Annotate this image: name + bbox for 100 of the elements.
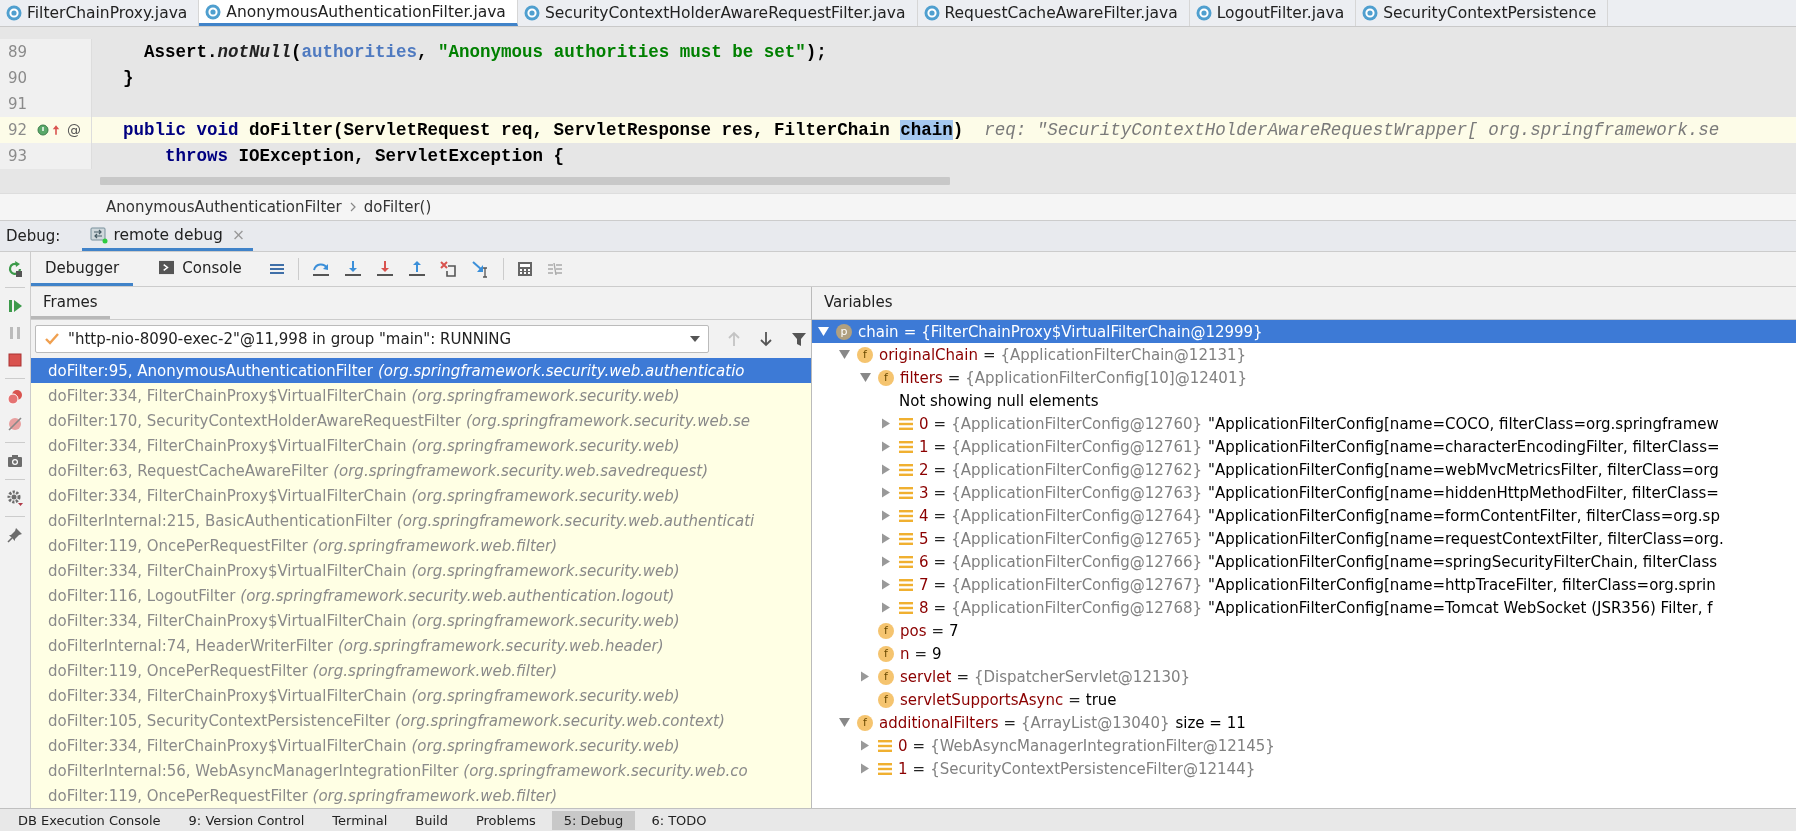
stack-frame[interactable]: doFilter:105, SecurityContextPersistenceFilter (org.springframework.security.web.context) [31,708,811,733]
editor-tab[interactable]: AnonymousAuthenticationFilter.java [199,0,518,26]
stack-frame[interactable]: doFilterInternal:56, WebAsyncManagerIntegrationFilter (org.springframework.security.web.co [31,758,811,783]
variables-tab[interactable]: Variables [812,287,905,319]
editor-tab[interactable]: SecurityContextPersistence [1356,0,1609,26]
drop-frame-icon[interactable] [438,260,459,278]
variable-entry[interactable]: originalChain = {ApplicationFilterChain@12131} [879,345,1247,364]
stack-frame[interactable]: doFilter:63, RequestCacheAwareFilter (org.springframework.security.web.savedrequest) [31,458,811,483]
expand-arrow-icon[interactable] [881,441,891,452]
code-line: throws IOException, ServletException { [164,146,565,166]
tool-window-button[interactable]: DB Execution Console [6,810,173,830]
tool-window-button[interactable]: Problems [463,810,548,830]
stack-frame[interactable]: doFilter:334, FilterChainProxy$VirtualFilterChain (org.springframework.security.web) [31,433,811,458]
stack-frame[interactable]: doFilter:119, OncePerRequestFilter (org.springframework.web.filter) [31,533,811,558]
code-editor[interactable] [0,27,1796,193]
stack-frame[interactable]: doFilterInternal:74, HeaderWriterFilter (org.springframework.security.web.header) [31,633,811,658]
tool-window-button[interactable]: 5: Debug [551,810,636,830]
line-number: 90 [8,69,29,87]
tool-window-button[interactable]: Terminal [320,810,400,830]
resume-icon[interactable] [6,297,24,315]
variable-entry[interactable]: 0 = {WebAsyncManagerIntegrationFilter@12145} [898,736,1275,755]
expand-arrow-icon[interactable] [881,579,891,590]
expand-arrow-icon[interactable] [881,418,891,429]
camera-icon[interactable] [6,452,24,470]
variable-entry[interactable]: filters = {ApplicationFilterConfig[10]@12401} [900,368,1247,387]
rerun-icon[interactable] [6,260,24,278]
variable-entry[interactable]: pos = 7 [900,621,959,640]
stack-frame[interactable]: doFilter:119, OncePerRequestFilter (org.springframework.web.filter) [31,783,811,808]
breakpoint-icon[interactable] [37,124,49,136]
editor-tab[interactable]: SecurityContextHolderAwareRequestFilter.java [517,0,918,26]
stack-frame[interactable]: doFilter:334, FilterChainProxy$VirtualFilterChain (org.springframework.security.web) [31,383,811,408]
stack-frame[interactable]: doFilter:119, OncePerRequestFilter (org.springframework.web.filter) [31,658,811,683]
expand-arrow-icon[interactable] [881,556,891,567]
variable-entry[interactable]: 3 = {ApplicationFilterConfig@12763} "ApplicationFilterConfig[name=hiddenHttpMethodFilter, filterClass= [919,483,1719,502]
variable-entry[interactable]: servletSupportsAsync = true [900,690,1117,709]
tool-window-button[interactable]: 9: Version Control [176,810,317,830]
settings-icon[interactable] [6,489,24,507]
collapse-arrow-icon[interactable] [839,349,850,360]
variable-entry[interactable]: 8 = {ApplicationFilterConfig@12768} "ApplicationFilterConfig[name=Tomcat WebSocket (JSR356) Filter, f [919,598,1713,617]
force-step-into-icon[interactable] [374,260,395,278]
collapse-arrow-icon[interactable] [818,326,829,337]
breakpoints-icon[interactable] [6,388,24,406]
variable-entry[interactable]: 1 = {ApplicationFilterConfig@12761} "ApplicationFilterConfig[name=characterEncodingFilter, filterClass= [919,437,1720,456]
variable-entry[interactable]: 2 = {ApplicationFilterConfig@12762} "ApplicationFilterConfig[name=webMvcMetricsFilter, filterClass=org [919,460,1719,479]
step-into-icon[interactable] [342,260,363,278]
collapse-arrow-icon[interactable] [860,372,871,383]
editor-tab[interactable]: RequestCacheAwareFilter.java [917,0,1190,26]
filter-icon[interactable] [791,331,807,347]
stack-frame[interactable]: doFilter:334, FilterChainProxy$VirtualFilterChain (org.springframework.security.web) [31,733,811,758]
expand-arrow-icon[interactable] [881,510,891,521]
variable-entry[interactable]: 7 = {ApplicationFilterConfig@12767} "ApplicationFilterConfig[name=httpTraceFilter, filterClass=org.sprin [919,575,1716,594]
override-arrow-icon[interactable] [52,123,60,137]
expand-arrow-icon[interactable] [860,763,870,774]
expand-arrow-icon[interactable] [881,487,891,498]
stack-frame[interactable]: doFilter:334, FilterChainProxy$VirtualFilterChain (org.springframework.security.web) [31,683,811,708]
variable-entry[interactable]: 5 = {ApplicationFilterConfig@12765} "ApplicationFilterConfig[name=requestContextFilter, filterClass=org. [919,529,1724,548]
pin-icon[interactable] [6,526,24,544]
down-arrow-icon[interactable] [759,331,773,347]
list-item-icon [899,555,913,568]
stack-frame[interactable]: doFilter:334, FilterChainProxy$VirtualFilterChain (org.springframework.security.web) [31,558,811,583]
stack-frame[interactable]: doFilter:116, LogoutFilter (org.springframework.security.web.authentication.logout) [31,583,811,608]
breadcrumb[interactable]: doFilter() [363,198,432,216]
stop-icon[interactable] [6,351,24,369]
collapse-arrow-icon[interactable] [839,717,850,728]
tool-window-button[interactable]: Build [403,810,460,830]
java-class-icon [1362,5,1379,21]
variable-entry[interactable]: 1 = {SecurityContextPersistenceFilter@12144} [898,759,1256,778]
stack-frame[interactable]: doFilter:334, FilterChainProxy$VirtualFilterChain (org.springframework.security.web) [31,608,811,633]
tool-window-button[interactable]: 6: TODO [639,810,719,830]
remote-debug-icon [90,225,109,244]
annotation-mark[interactable]: @ [67,122,81,138]
expand-arrow-icon[interactable] [881,533,891,544]
expand-arrow-icon[interactable] [860,671,870,682]
frames-tab[interactable]: Frames [31,287,110,319]
variable-entry[interactable]: chain = {FilterChainProxy$VirtualFilterChain@12999} [858,322,1263,341]
stack-frame[interactable]: doFilter:334, FilterChainProxy$VirtualFilterChain (org.springframework.security.web) [31,483,811,508]
debugger-tab[interactable]: Console [145,252,256,286]
variable-entry[interactable]: additionalFilters = {ArrayList@13040} size = 11 [879,713,1246,732]
mute-breakpoints-icon[interactable] [6,415,24,433]
calculator-icon[interactable] [515,260,534,278]
variable-entry[interactable]: 4 = {ApplicationFilterConfig@12764} "ApplicationFilterConfig[name=formContentFilter, filterClass=org.sp [919,506,1720,525]
step-over-icon[interactable] [310,260,331,278]
trace-icon[interactable] [545,260,564,278]
expand-arrow-icon[interactable] [881,464,891,475]
stack-frame[interactable]: doFilter:170, SecurityContextHolderAwareRequestFilter (org.springframework.security.web.se [31,408,811,433]
stack-frame[interactable]: doFilterInternal:215, BasicAuthenticationFilter (org.springframework.security.web.authenticati [31,508,811,533]
breadcrumb[interactable]: AnonymousAuthenticationFilter [106,198,342,216]
variable-entry[interactable]: n = 9 [900,644,942,663]
variable-entry[interactable]: servlet = {DispatcherServlet@12130} [900,667,1191,686]
thread-dropdown[interactable]: "http-nio-8090-exec-2"@11,998 in group "main": RUNNING [35,325,709,353]
variable-entry[interactable]: 0 = {ApplicationFilterConfig@12760} "ApplicationFilterConfig[name=COCO, filterClass=org.springframew [919,414,1719,433]
step-out-icon[interactable] [406,260,427,278]
variable-entry[interactable]: 6 = {ApplicationFilterConfig@12766} "ApplicationFilterConfig[name=springSecurityFilterChain, filterClass [919,552,1718,571]
horizontal-scrollbar[interactable] [100,177,950,185]
expand-arrow-icon[interactable] [860,740,870,751]
chevron-icon [349,202,356,212]
stack-frame[interactable]: doFilter:95, AnonymousAuthenticationFilter (org.springframework.security.web.authenticatio [31,358,811,383]
expand-arrow-icon[interactable] [881,602,891,613]
list-item-icon [899,440,913,453]
editor-tab[interactable]: LogoutFilter.java [1189,0,1357,26]
